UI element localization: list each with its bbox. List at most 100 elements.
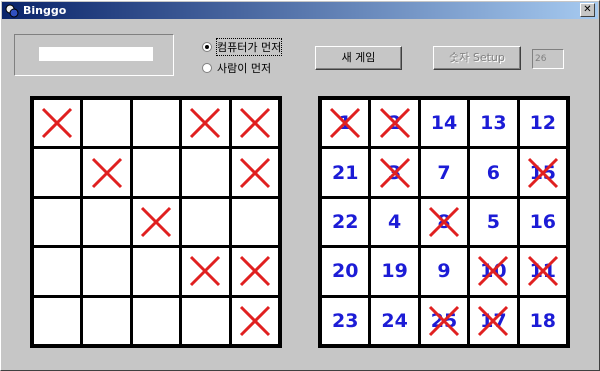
bingo-cell[interactable] <box>34 149 81 196</box>
bingo-cell[interactable]: 25 <box>420 297 468 344</box>
bingo-cell[interactable]: 9 <box>420 248 468 295</box>
bingo-cell[interactable]: 5 <box>470 198 517 246</box>
cell-number: 12 <box>529 112 557 135</box>
bingo-cell[interactable]: 14 <box>420 100 468 147</box>
cross-mark-icon <box>239 108 270 139</box>
bingo-cell[interactable]: 22 <box>322 198 369 246</box>
bingo-cell[interactable] <box>132 100 180 147</box>
cell-number: 6 <box>486 161 500 184</box>
close-icon: ✕ <box>583 4 592 15</box>
bingo-cell[interactable] <box>231 100 278 147</box>
bingo-cell[interactable] <box>34 248 81 295</box>
bingo-cell[interactable]: 7 <box>420 149 468 196</box>
cross-mark-icon <box>239 305 270 336</box>
bingo-cell[interactable]: 18 <box>519 297 566 344</box>
cross-mark-icon <box>190 256 221 287</box>
bingo-cell[interactable] <box>182 297 229 344</box>
number-setup-button[interactable]: 숫자 Setup <box>433 46 521 70</box>
cell-number: 23 <box>331 309 359 332</box>
cross-mark-icon <box>140 206 172 238</box>
bingo-cell[interactable] <box>83 248 130 295</box>
bingo-cell[interactable] <box>132 149 180 196</box>
bingo-cell[interactable]: 10 <box>470 248 517 295</box>
cross-mark-icon <box>478 305 509 336</box>
bingo-cell[interactable]: 17 <box>470 297 517 344</box>
bingo-cell[interactable] <box>132 198 180 246</box>
bingo-cell[interactable] <box>83 198 130 246</box>
close-button[interactable]: ✕ <box>580 3 595 17</box>
radio-button-icon[interactable] <box>202 63 212 73</box>
cell-number: 16 <box>529 210 557 233</box>
cross-mark-icon <box>478 256 509 287</box>
bingo-cell[interactable] <box>34 100 81 147</box>
bingo-cell[interactable]: 20 <box>322 248 369 295</box>
computer-bingo-board <box>30 96 282 348</box>
bingo-cell[interactable] <box>132 248 180 295</box>
bingo-cell[interactable] <box>231 297 278 344</box>
title-bar[interactable]: Binggo ✕ <box>2 2 598 19</box>
bingo-cell[interactable] <box>231 198 278 246</box>
radio-label: 컴퓨터가 먼저 <box>215 38 283 56</box>
status-display <box>39 47 153 61</box>
cell-number: 19 <box>381 260 408 283</box>
bingo-cell[interactable]: 19 <box>371 248 418 295</box>
cross-mark-icon <box>190 108 221 139</box>
cell-number: 14 <box>430 112 458 135</box>
bingo-cell[interactable]: 16 <box>519 198 566 246</box>
bingo-cell[interactable] <box>83 100 130 147</box>
bingo-cell[interactable] <box>132 297 180 344</box>
cell-number: 22 <box>331 210 359 233</box>
bingo-cell[interactable]: 6 <box>470 149 517 196</box>
bingo-cell[interactable]: 21 <box>322 149 369 196</box>
bingo-cell[interactable] <box>231 248 278 295</box>
bingo-cell[interactable]: 13 <box>470 100 517 147</box>
bingo-cell[interactable]: 11 <box>519 248 566 295</box>
bingo-cell[interactable] <box>34 198 81 246</box>
radio-label: 사람이 먼저 <box>217 62 272 75</box>
bingo-cell[interactable] <box>182 248 229 295</box>
bingo-cell[interactable] <box>83 149 130 196</box>
bingo-cell[interactable] <box>182 198 229 246</box>
player-bingo-board: 12 14 13 12 21 37 6 15 22 485 16 20 19 9 1011 23 24 2517 1… <box>318 96 570 348</box>
bingo-cell[interactable]: 24 <box>371 297 418 344</box>
cell-number: 13 <box>480 112 507 135</box>
cell-number: 18 <box>529 309 557 332</box>
cross-mark-icon <box>379 108 410 139</box>
cell-number: 4 <box>387 210 402 233</box>
cell-number: 21 <box>331 161 359 184</box>
bingo-cell[interactable]: 23 <box>322 297 369 344</box>
cross-mark-icon <box>428 206 460 238</box>
cell-number: 7 <box>437 161 451 184</box>
cross-mark-icon <box>527 157 558 188</box>
bingo-cell[interactable]: 2 <box>371 100 418 147</box>
cross-mark-icon <box>379 157 410 188</box>
radio-computer-first[interactable]: 컴퓨터가 먼저 <box>202 38 283 56</box>
radio-button-icon[interactable] <box>202 42 212 52</box>
cross-mark-icon <box>91 157 122 188</box>
bingo-cell[interactable] <box>34 297 81 344</box>
bingo-cell[interactable]: 12 <box>519 100 566 147</box>
bingo-cell[interactable]: 1 <box>322 100 369 147</box>
bingo-cell[interactable]: 8 <box>420 198 468 246</box>
cross-mark-icon <box>527 256 558 287</box>
bingo-cell[interactable] <box>231 149 278 196</box>
bingo-cell[interactable]: 3 <box>371 149 418 196</box>
cell-number: 20 <box>331 260 359 283</box>
cell-number: 5 <box>486 210 500 233</box>
cross-mark-icon <box>330 108 361 139</box>
count-field[interactable]: 26 <box>532 49 564 69</box>
cross-mark-icon <box>42 108 73 139</box>
bingo-cell[interactable] <box>182 149 229 196</box>
app-icon <box>5 4 19 17</box>
bingo-cell[interactable] <box>182 100 229 147</box>
new-game-button[interactable]: 새 게임 <box>315 46 402 70</box>
bingo-cell[interactable]: 4 <box>371 198 418 246</box>
cell-number: 24 <box>381 309 408 332</box>
window-title: Binggo <box>23 4 67 17</box>
cell-number: 9 <box>437 260 451 283</box>
radio-player-first[interactable]: 사람이 먼저 <box>202 60 271 76</box>
bingo-cell[interactable] <box>83 297 130 344</box>
bingo-window: Binggo ✕ 컴퓨터가 먼저 사람이 먼저 새 게임 숫자 Setup 26… <box>0 0 600 371</box>
cross-mark-icon <box>428 305 460 336</box>
bingo-cell[interactable]: 15 <box>519 149 566 196</box>
